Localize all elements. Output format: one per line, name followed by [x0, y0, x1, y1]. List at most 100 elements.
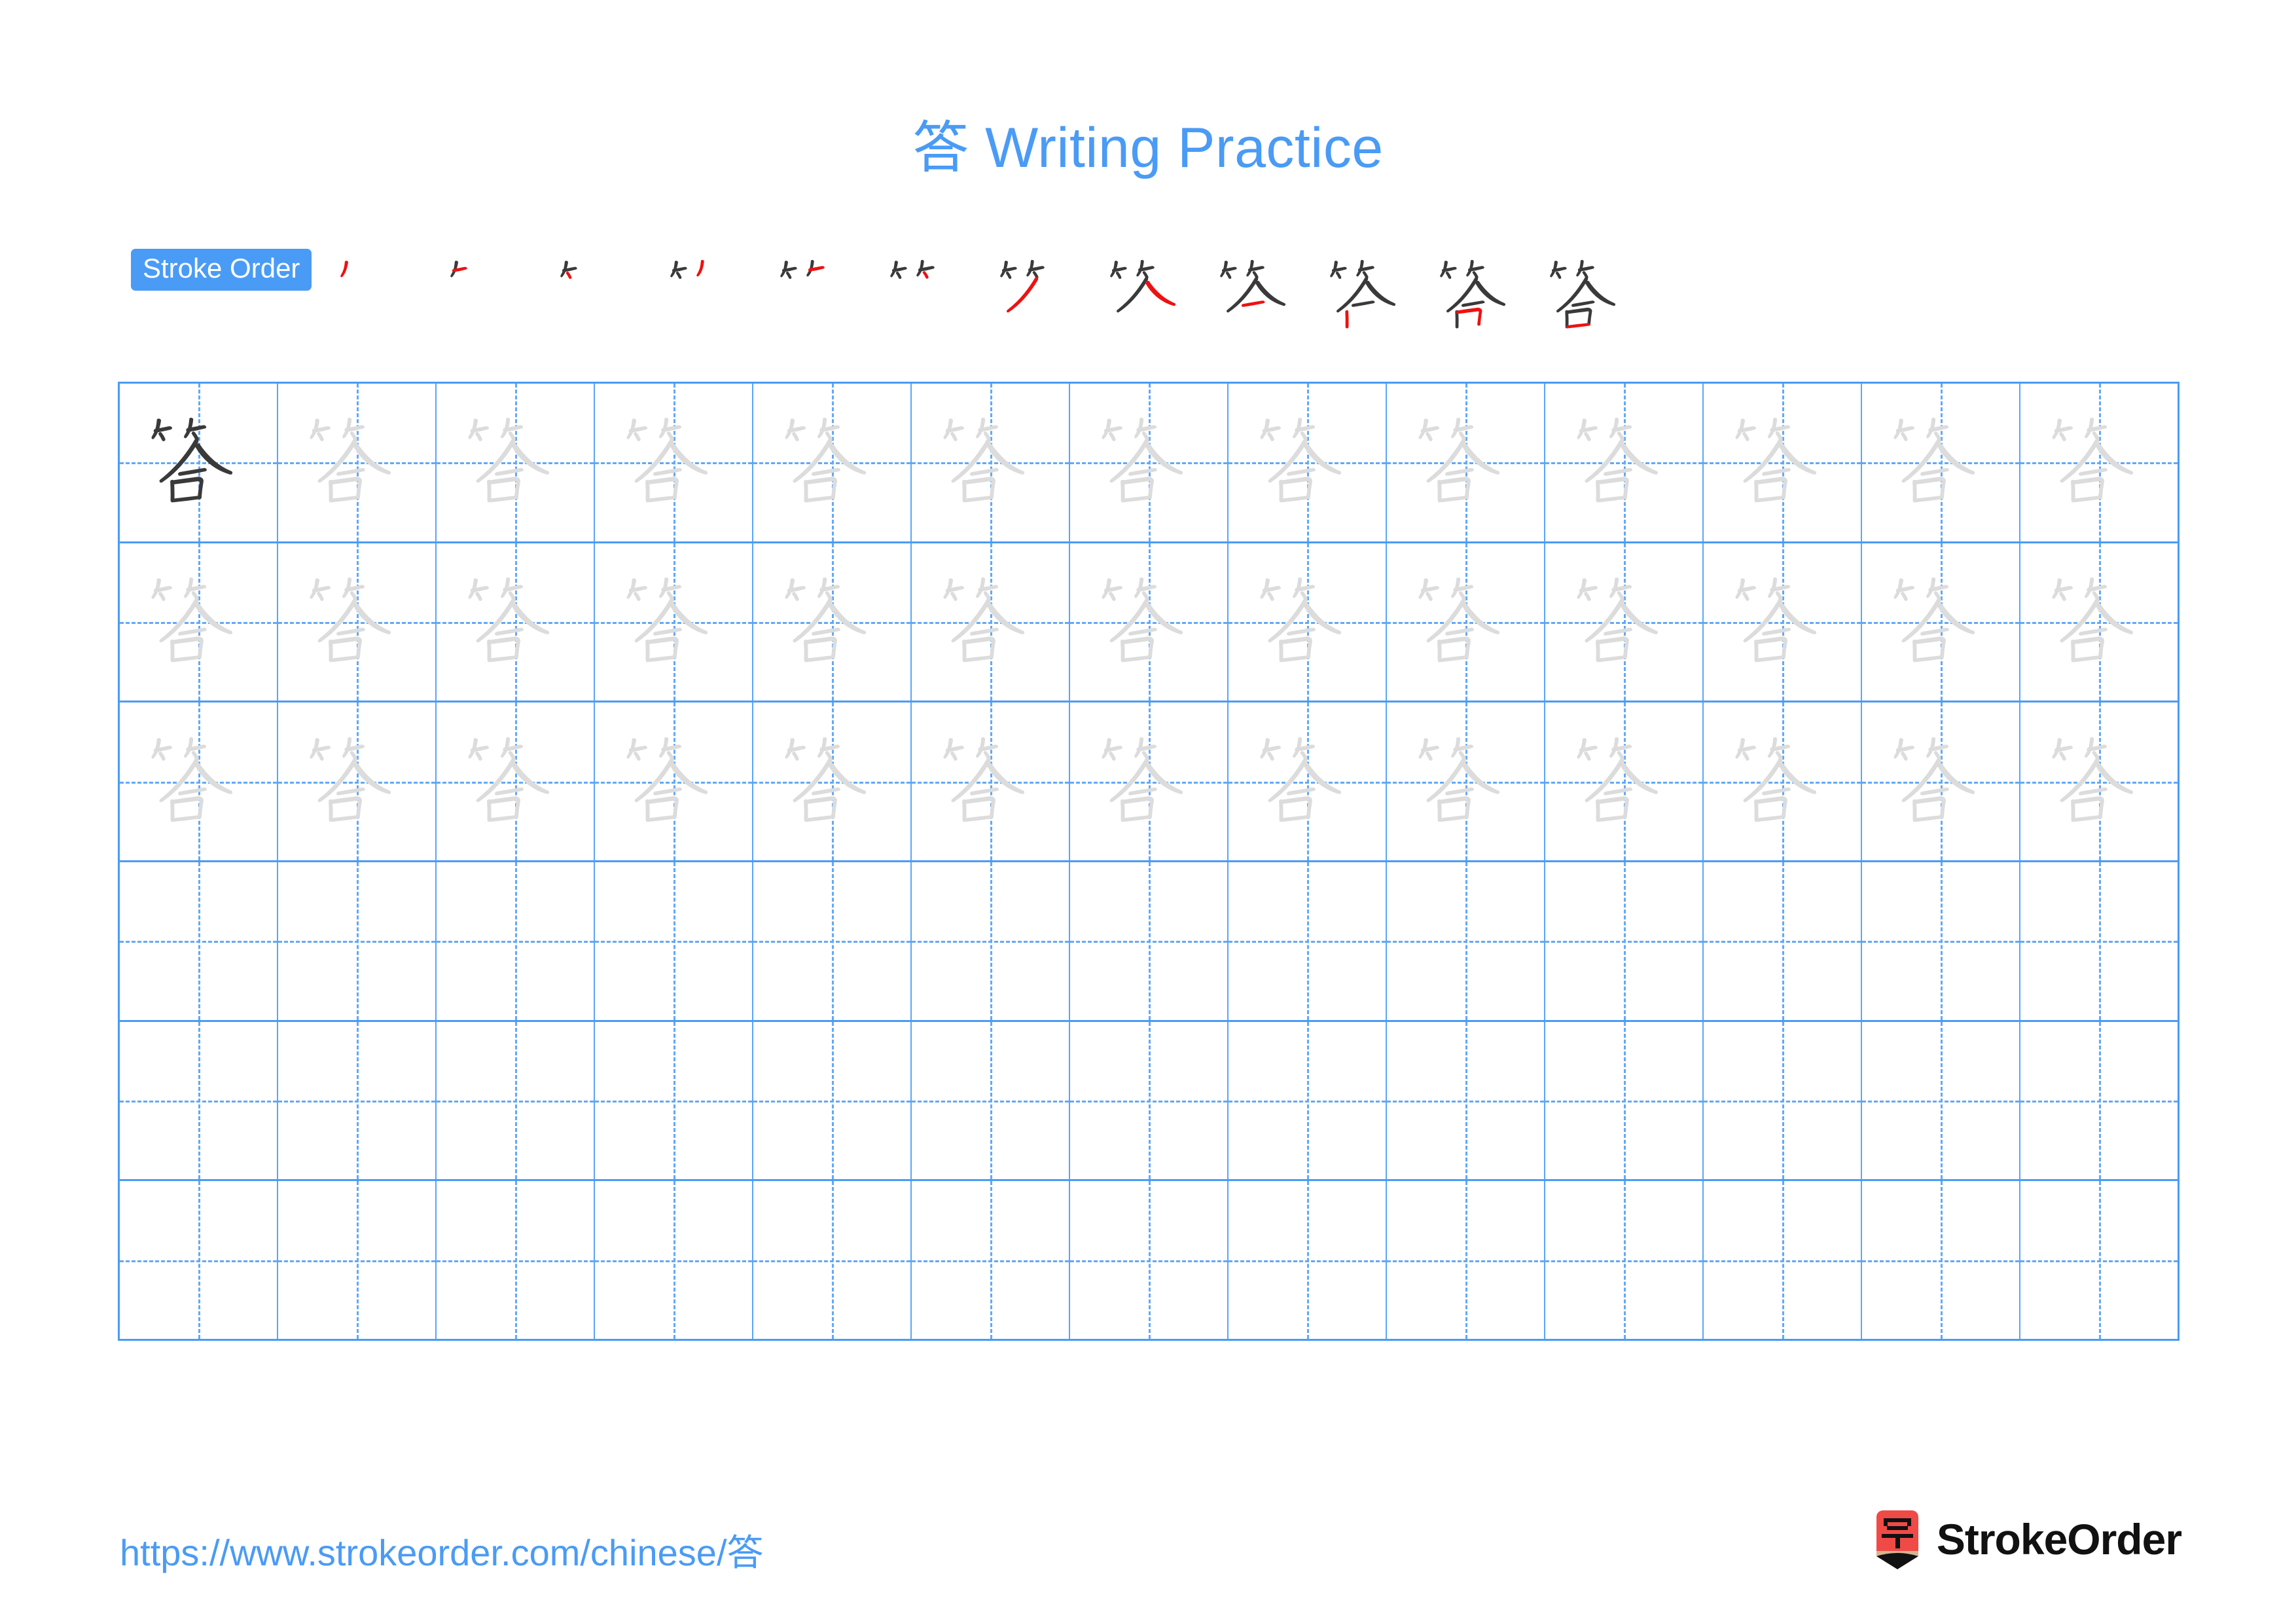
- trace-character: [1070, 543, 1227, 701]
- practice-cell-r4-c3[interactable]: [437, 862, 595, 1020]
- practice-cell-r2-c7[interactable]: [1070, 543, 1229, 701]
- practice-cell-r4-c5[interactable]: [753, 862, 912, 1020]
- practice-cell-r2-c2[interactable]: [278, 543, 437, 701]
- practice-cell-r6-c10[interactable]: [1545, 1181, 1704, 1340]
- practice-cell-r2-c1[interactable]: [120, 543, 278, 701]
- practice-cell-r5-c1[interactable]: [120, 1021, 278, 1180]
- trace-character: [437, 543, 594, 701]
- practice-cell-r1-c9[interactable]: [1387, 384, 1545, 541]
- trace-character: [912, 384, 1069, 541]
- trace-character: [1545, 384, 1702, 541]
- trace-character: [753, 543, 910, 701]
- practice-cell-r5-c4[interactable]: [595, 1021, 753, 1180]
- footer-url[interactable]: https://www.strokeorder.com/chinese/答: [120, 1523, 764, 1577]
- grid-row-5: [120, 1021, 2178, 1182]
- practice-cell-r6-c3[interactable]: [437, 1181, 595, 1340]
- practice-cell-r2-c13[interactable]: [2020, 543, 2178, 701]
- stroke-step-8: [1093, 241, 1203, 351]
- practice-cell-r1-c8[interactable]: [1229, 384, 1387, 541]
- practice-cell-r5-c12[interactable]: [1862, 1021, 2020, 1180]
- practice-cell-r4-c12[interactable]: [1862, 862, 2020, 1020]
- strokeorder-pencil-logo-icon: [1873, 1509, 1922, 1569]
- practice-cell-r1-c1[interactable]: [120, 384, 278, 541]
- trace-character: [437, 702, 594, 860]
- practice-cell-r4-c2[interactable]: [278, 862, 437, 1020]
- practice-cell-r6-c13[interactable]: [2020, 1181, 2178, 1339]
- practice-cell-r6-c6[interactable]: [912, 1181, 1070, 1340]
- trace-character: [1862, 702, 2019, 860]
- practice-cell-r1-c13[interactable]: [2020, 384, 2178, 541]
- practice-cell-r2-c8[interactable]: [1229, 543, 1387, 701]
- practice-cell-r4-c10[interactable]: [1545, 862, 1704, 1020]
- practice-cell-r1-c12[interactable]: [1862, 384, 2020, 541]
- practice-cell-r4-c6[interactable]: [912, 862, 1070, 1020]
- practice-cell-r6-c4[interactable]: [595, 1181, 753, 1340]
- practice-cell-r3-c10[interactable]: [1545, 702, 1704, 861]
- practice-cell-r1-c11[interactable]: [1704, 384, 1862, 541]
- stroke-step-11: [1423, 241, 1533, 351]
- practice-cell-r5-c9[interactable]: [1387, 1021, 1545, 1180]
- practice-cell-r3-c2[interactable]: [278, 702, 437, 861]
- practice-cell-r6-c2[interactable]: [278, 1181, 437, 1340]
- practice-cell-r4-c8[interactable]: [1229, 862, 1387, 1020]
- practice-cell-r6-c8[interactable]: [1229, 1181, 1387, 1340]
- trace-character: [1387, 384, 1544, 541]
- practice-cell-r1-c3[interactable]: [437, 384, 595, 541]
- practice-cell-r2-c11[interactable]: [1704, 543, 1862, 701]
- practice-cell-r3-c7[interactable]: [1070, 702, 1229, 861]
- practice-cell-r3-c12[interactable]: [1862, 702, 2020, 861]
- practice-cell-r2-c6[interactable]: [912, 543, 1070, 701]
- practice-cell-r6-c9[interactable]: [1387, 1181, 1545, 1340]
- practice-cell-r3-c4[interactable]: [595, 702, 753, 861]
- practice-cell-r3-c11[interactable]: [1704, 702, 1862, 861]
- practice-cell-r2-c12[interactable]: [1862, 543, 2020, 701]
- practice-cell-r1-c4[interactable]: [595, 384, 753, 541]
- stroke-order-badge: Stroke Order: [131, 249, 312, 291]
- practice-cell-r1-c7[interactable]: [1070, 384, 1229, 541]
- practice-cell-r3-c1[interactable]: [120, 702, 278, 861]
- practice-cell-r6-c1[interactable]: [120, 1181, 278, 1340]
- practice-cell-r3-c5[interactable]: [753, 702, 912, 861]
- stroke-order-section: Stroke Order: [131, 241, 2193, 329]
- trace-character: [1387, 543, 1544, 701]
- practice-cell-r6-c5[interactable]: [753, 1181, 912, 1340]
- trace-character: [753, 702, 910, 860]
- practice-cell-r5-c10[interactable]: [1545, 1021, 1704, 1180]
- practice-cell-r4-c1[interactable]: [120, 862, 278, 1020]
- practice-cell-r2-c3[interactable]: [437, 543, 595, 701]
- practice-cell-r5-c11[interactable]: [1704, 1021, 1862, 1180]
- practice-cell-r2-c4[interactable]: [595, 543, 753, 701]
- practice-cell-r5-c3[interactable]: [437, 1021, 595, 1180]
- practice-cell-r4-c13[interactable]: [2020, 862, 2178, 1020]
- practice-cell-r6-c12[interactable]: [1862, 1181, 2020, 1340]
- practice-cell-r6-c11[interactable]: [1704, 1181, 1862, 1340]
- practice-cell-r2-c10[interactable]: [1545, 543, 1704, 701]
- practice-cell-r2-c5[interactable]: [753, 543, 912, 701]
- practice-cell-r6-c7[interactable]: [1070, 1181, 1229, 1340]
- trace-character: [595, 543, 752, 701]
- practice-cell-r3-c9[interactable]: [1387, 702, 1545, 861]
- practice-cell-r1-c6[interactable]: [912, 384, 1070, 541]
- practice-cell-r4-c9[interactable]: [1387, 862, 1545, 1020]
- practice-cell-r5-c8[interactable]: [1229, 1021, 1387, 1180]
- trace-character: [1704, 543, 1861, 701]
- practice-cell-r4-c7[interactable]: [1070, 862, 1229, 1020]
- practice-cell-r3-c8[interactable]: [1229, 702, 1387, 861]
- practice-cell-r5-c7[interactable]: [1070, 1021, 1229, 1180]
- trace-character: [1862, 543, 2019, 701]
- practice-cell-r1-c2[interactable]: [278, 384, 437, 541]
- practice-cell-r1-c5[interactable]: [753, 384, 912, 541]
- practice-cell-r3-c6[interactable]: [912, 702, 1070, 861]
- practice-cell-r3-c3[interactable]: [437, 702, 595, 861]
- practice-cell-r5-c6[interactable]: [912, 1021, 1070, 1180]
- practice-cell-r5-c5[interactable]: [753, 1021, 912, 1180]
- trace-character: [278, 543, 435, 701]
- practice-cell-r4-c4[interactable]: [595, 862, 753, 1020]
- practice-cell-r4-c11[interactable]: [1704, 862, 1862, 1020]
- practice-cell-r1-c10[interactable]: [1545, 384, 1704, 541]
- practice-cell-r5-c2[interactable]: [278, 1021, 437, 1180]
- practice-cell-r2-c9[interactable]: [1387, 543, 1545, 701]
- practice-cell-r5-c13[interactable]: [2020, 1021, 2178, 1180]
- practice-cell-r3-c13[interactable]: [2020, 702, 2178, 860]
- stroke-step-6: [873, 241, 983, 351]
